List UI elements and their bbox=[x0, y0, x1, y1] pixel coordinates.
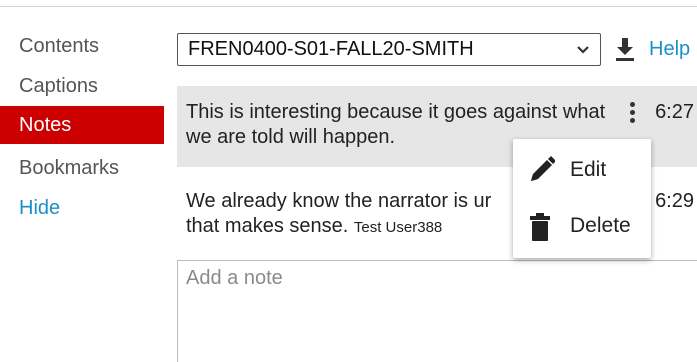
add-note-input[interactable] bbox=[177, 260, 697, 362]
edit-label: Edit bbox=[570, 158, 607, 181]
note-author: Test User388 bbox=[353, 219, 443, 236]
top-divider bbox=[0, 6, 697, 7]
sidebar: Contents Captions Notes Bookmarks Hide bbox=[0, 32, 164, 234]
trash-icon bbox=[525, 209, 555, 243]
pencil-icon bbox=[525, 153, 556, 187]
course-select[interactable]: FREN0400-S01-FALL20-SMITH bbox=[177, 33, 601, 66]
note-context-menu: Edit Delete bbox=[513, 139, 651, 258]
sidebar-hide-link[interactable]: Hide bbox=[0, 194, 164, 222]
note-timestamp[interactable]: 6:27 bbox=[655, 100, 694, 125]
note-text: We already know the narrator is ur bbox=[186, 190, 492, 212]
delete-menu-item[interactable]: Delete bbox=[513, 203, 651, 253]
download-icon[interactable] bbox=[614, 36, 636, 62]
chevron-down-icon bbox=[576, 34, 590, 76]
note-timestamp[interactable]: 6:29 bbox=[655, 189, 694, 214]
sidebar-item-notes[interactable]: Notes bbox=[0, 106, 164, 144]
help-link[interactable]: Help bbox=[649, 38, 690, 61]
edit-menu-item[interactable]: Edit bbox=[513, 147, 651, 197]
more-options-icon[interactable] bbox=[630, 102, 636, 128]
sidebar-item-bookmarks[interactable]: Bookmarks bbox=[0, 154, 164, 182]
sidebar-item-captions[interactable]: Captions bbox=[0, 72, 164, 100]
delete-label: Delete bbox=[570, 214, 631, 237]
course-select-value: FREN0400-S01-FALL20-SMITH bbox=[188, 38, 474, 60]
sidebar-item-contents[interactable]: Contents bbox=[0, 32, 164, 60]
note-text-continued: that makes sense. bbox=[186, 215, 349, 237]
